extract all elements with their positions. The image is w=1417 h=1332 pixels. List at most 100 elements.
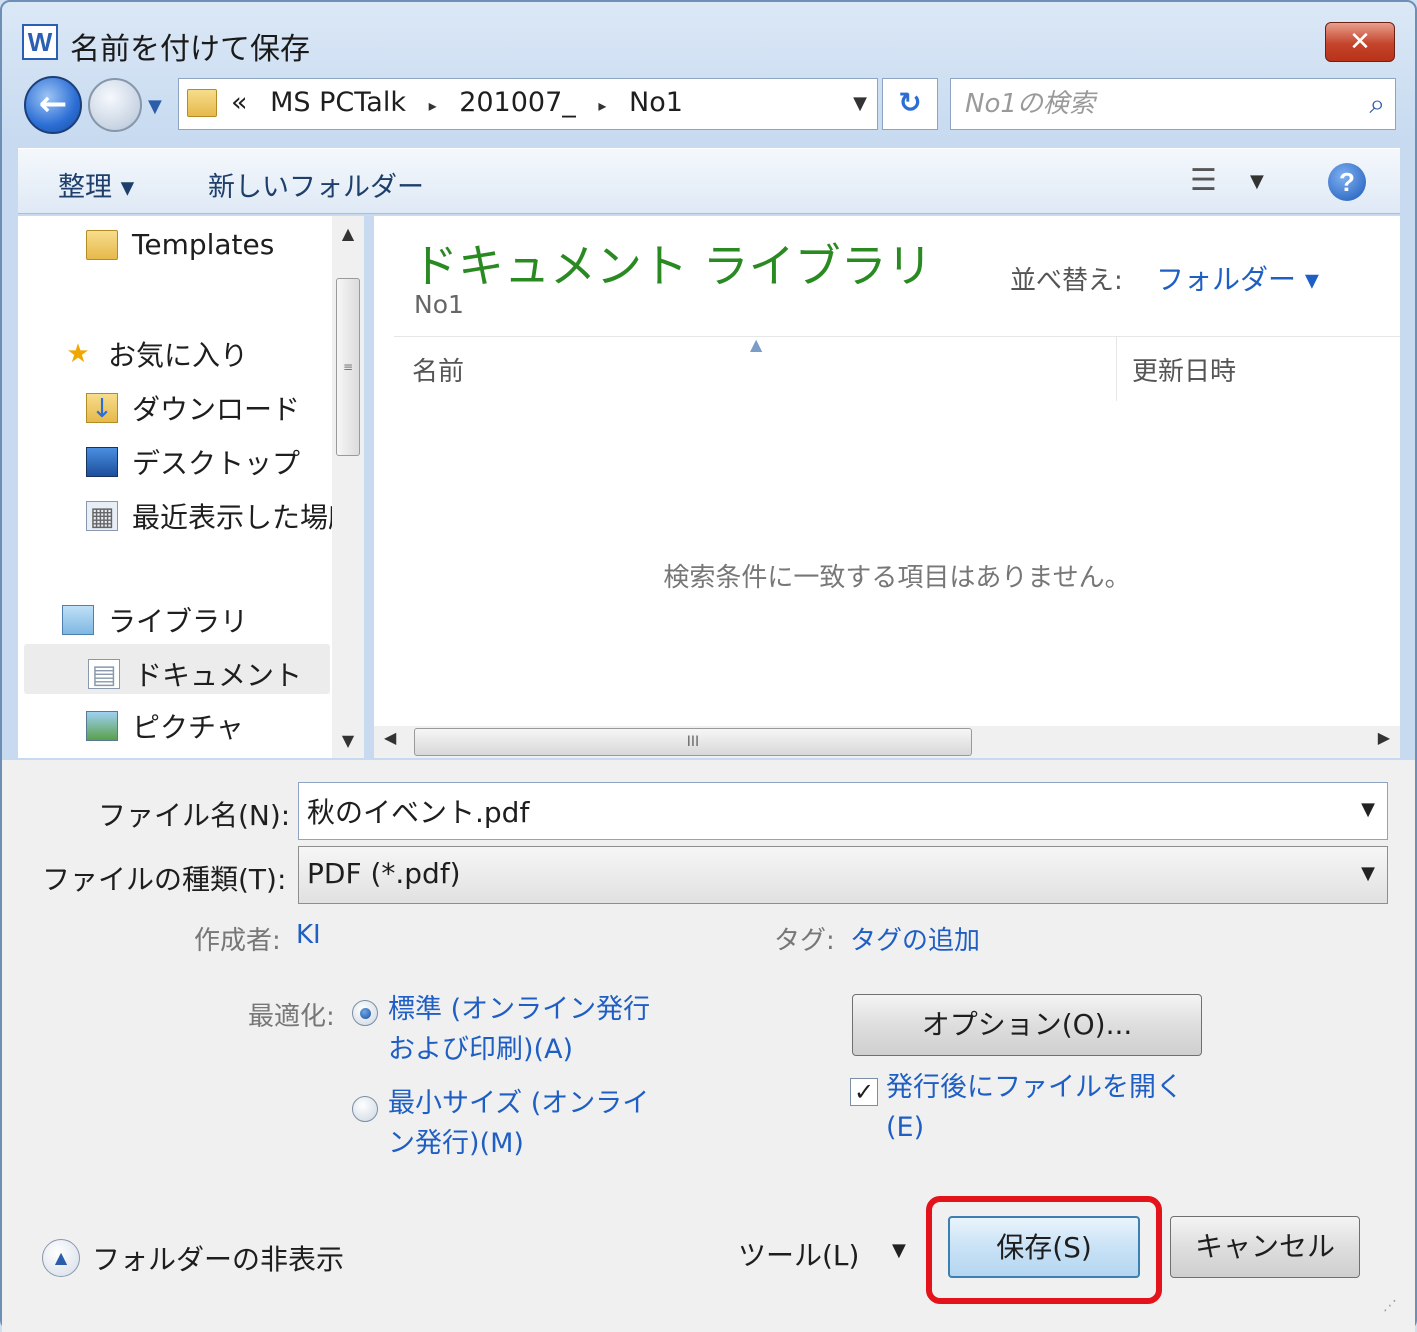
sidebar-item-label: Templates [132,228,275,261]
search-icon[interactable]: ⌕ [1369,87,1385,121]
star-icon: ★ [66,339,90,369]
tools-dropdown-icon[interactable]: ▼ [892,1240,906,1261]
column-header-row: ▲ 名前 更新日時 検索条件に一致する項目はありません。 [394,335,1400,593]
folder-icon [187,89,217,117]
sidebar-item-downloads[interactable]: ↓ ダウンロード [86,388,300,428]
help-icon[interactable]: ? [1328,163,1366,201]
filetype-selected-value: PDF (*.pdf) [307,857,461,890]
folder-icon [86,229,118,260]
sort-label: 並べ替え: [1010,266,1123,296]
optimize-standard-label[interactable]: 標準 (オンライン発行および印刷)(A) [388,990,668,1070]
chevron-down-icon[interactable]: ▼ [1361,863,1375,884]
sort-ascending-icon: ▲ [750,335,763,354]
scroll-left-arrow-icon[interactable]: ◀ [384,728,396,747]
chevron-down-icon[interactable]: ▼ [1361,799,1375,820]
recent-pages-dropdown-icon[interactable]: ▼ [148,96,162,117]
column-divider[interactable] [1116,337,1117,401]
close-button[interactable]: ✕ [1325,22,1395,62]
sidebar-item-templates[interactable]: Templates [86,228,274,261]
library-icon [62,605,94,635]
sidebar-item-libraries[interactable]: ライブラリ [62,600,248,640]
cancel-button[interactable]: キャンセル [1170,1216,1360,1278]
sidebar-item-label: お気に入り [108,339,249,372]
sidebar-item-label: ダウンロード [132,393,301,426]
view-dropdown-icon[interactable]: ▼ [1250,171,1264,192]
search-box[interactable]: ⌕ [950,78,1396,130]
filetype-select[interactable]: PDF (*.pdf) ▼ [298,846,1388,904]
document-icon: ▤ [88,659,120,690]
back-button[interactable]: ← [24,76,82,134]
hide-folders-label: フォルダーの非表示 [92,1243,345,1276]
chevron-right-icon[interactable]: ▸ [429,96,437,115]
sidebar-item-label: デスクトップ [132,447,301,480]
open-after-publish-checkbox[interactable]: ✓ [850,1078,878,1106]
scroll-down-arrow-icon[interactable]: ▼ [332,731,364,750]
search-input[interactable] [963,85,1343,123]
command-bar: 整理 ▾ 新しいフォルダー ☰ ▼ ? [18,148,1400,214]
scrollbar-thumb[interactable]: ≡ [336,278,360,456]
tags-label: タグ: [774,926,835,956]
save-as-dialog: W 名前を付けて保存 ✕ ← ▼ « MS PCTalk ▸ 201007_ ▸… [0,0,1417,1332]
sidebar-item-documents[interactable]: ▤ ドキュメント [88,654,302,694]
window-title: 名前を付けて保存 [70,32,310,67]
sidebar-item-label: ドキュメント [134,659,303,692]
breadcrumb-item-mspctalk[interactable]: MS PCTalk [270,87,406,118]
breadcrumb-overflow[interactable]: « [231,87,248,118]
word-app-icon: W [22,24,58,60]
library-title: ドキュメント ライブラリ [412,239,933,293]
navigation-pane: Templates ★ お気に入り ↓ ダウンロード デスクトップ ▦ 最近表示… [18,216,364,758]
library-subtitle: No1 [414,290,464,319]
organize-menu-button[interactable]: 整理 ▾ [58,165,134,204]
breadcrumb-item-201007[interactable]: 201007_ [459,87,576,118]
add-tag-link[interactable]: タグの追加 [850,920,980,957]
breadcrumb-item-no1[interactable]: No1 [629,87,683,118]
sidebar-item-recent-places[interactable]: ▦ 最近表示した場所 [86,496,356,536]
chevron-up-icon: ▲ [42,1239,80,1277]
save-button-highlight-annotation [926,1196,1162,1304]
scroll-right-arrow-icon[interactable]: ▶ [1378,728,1390,747]
scrollbar-thumb[interactable]: III [414,728,972,756]
optimize-label: 最適化: [248,1002,335,1032]
sidebar-item-pictures[interactable]: ピクチャ [86,706,244,746]
address-bar[interactable]: « MS PCTalk ▸ 201007_ ▸ No1 ▼ [178,78,878,130]
sidebar-item-label: ライブラリ [108,605,249,638]
chevron-right-icon[interactable]: ▸ [598,96,606,115]
author-value[interactable]: KI [296,920,321,950]
desktop-icon [86,447,118,477]
hide-folders-button[interactable]: ▲ フォルダーの非表示 [42,1238,344,1278]
sidebar-item-label: 最近表示した場所 [132,501,357,534]
open-after-publish-label[interactable]: 発行後にファイルを開く(E) [886,1068,1206,1148]
pictures-icon [86,711,118,741]
sidebar-item-label: ピクチャ [132,711,244,744]
sidebar-item-favorites[interactable]: ★ お気に入り [62,334,248,374]
filetype-label: ファイルの種類(T): [42,863,287,896]
title-bar: W 名前を付けて保存 ✕ [2,2,1415,72]
breadcrumb: « MS PCTalk ▸ 201007_ ▸ No1 [231,87,697,118]
filename-input[interactable] [305,789,1335,833]
author-label: 作成者: [194,926,281,956]
optimize-minimum-label[interactable]: 最小サイズ (オンライン発行)(M) [388,1084,668,1164]
optimize-minimum-radio[interactable] [352,1096,378,1122]
filename-combobox[interactable]: ▼ [298,782,1388,840]
column-header-date-modified[interactable]: 更新日時 [1132,351,1236,388]
scroll-up-arrow-icon[interactable]: ▲ [332,224,364,243]
file-list-pane: ドキュメント ライブラリ No1 並べ替え: フォルダー ▾ ▲ 名前 更新日時… [374,216,1400,726]
file-list-horizontal-scrollbar[interactable]: ◀ III ▶ [374,726,1400,758]
optimize-standard-radio[interactable] [352,1000,378,1026]
downloads-folder-icon: ↓ [86,393,118,424]
options-button[interactable]: オプション(O)... [852,994,1202,1056]
address-dropdown-icon[interactable]: ▼ [853,93,867,114]
filename-label: ファイル名(N): [98,799,291,832]
resize-grip-icon[interactable]: ⋰ [1383,1298,1397,1314]
column-header-name[interactable]: 名前 [412,351,464,388]
forward-button[interactable] [88,78,142,132]
recent-places-icon: ▦ [86,501,118,532]
change-view-icon[interactable]: ☰ [1190,163,1217,198]
refresh-button[interactable]: ↻ [882,78,938,130]
navigation-pane-scrollbar[interactable]: ▲ ≡ ▼ [332,216,364,758]
sort-by-dropdown[interactable]: フォルダー ▾ [1156,258,1319,298]
sidebar-item-desktop[interactable]: デスクトップ [86,442,300,482]
new-folder-button[interactable]: 新しいフォルダー [208,165,424,204]
empty-folder-message: 検索条件に一致する項目はありません。 [663,563,1131,593]
tools-menu-button[interactable]: ツール(L) [738,1234,859,1274]
